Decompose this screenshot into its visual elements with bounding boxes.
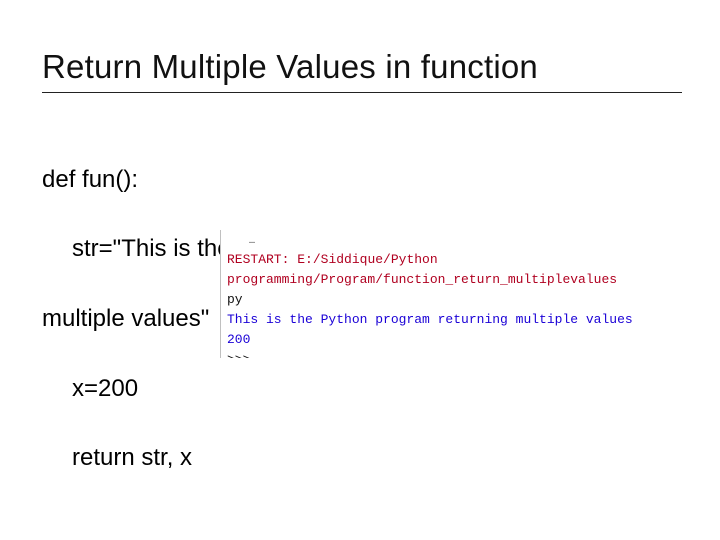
code-line-5: return str, x: [42, 441, 509, 476]
console-output: … RESTART: E:/Siddique/Python programmin…: [220, 230, 720, 358]
blank-line: [42, 511, 509, 540]
console-prompt: >>>: [227, 350, 720, 358]
title-area: Return Multiple Values in function: [42, 48, 700, 93]
slide-title: Return Multiple Values in function: [42, 48, 682, 93]
console-restart-line: RESTART: E:/Siddique/Python programming/…: [227, 250, 720, 290]
console-out-2: 200: [227, 330, 720, 350]
console-ext-line: py: [227, 290, 720, 310]
code-line-4: x=200: [42, 372, 509, 407]
console-ellipsis: …: [249, 234, 720, 250]
code-line-1: def fun():: [42, 163, 509, 198]
slide: Return Multiple Values in function def f…: [0, 0, 720, 540]
console-out-1: This is the Python program returning mul…: [227, 310, 720, 330]
restart-label: RESTART:: [227, 252, 289, 267]
